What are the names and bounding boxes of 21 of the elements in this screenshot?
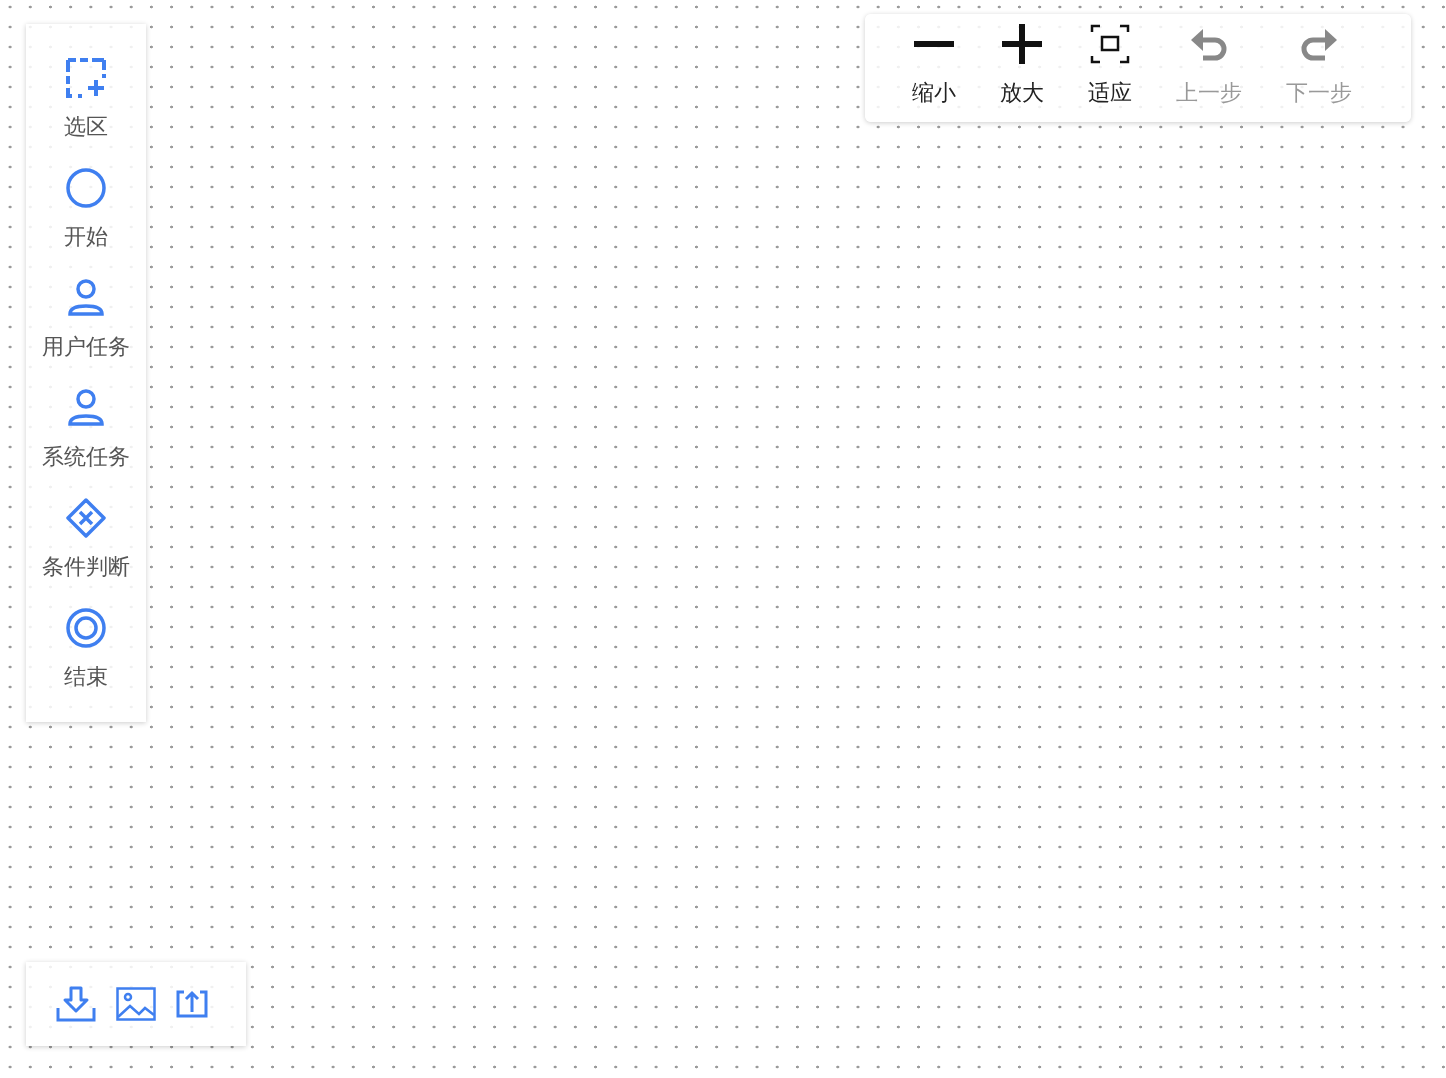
palette-label[interactable]: 系统任务 — [42, 444, 130, 470]
palette-label[interactable]: 结束 — [64, 664, 108, 690]
person-icon[interactable] — [66, 278, 106, 318]
double-circle-icon[interactable] — [66, 608, 106, 648]
palette-label[interactable]: 用户任务 — [42, 334, 130, 360]
selection-icon[interactable] — [66, 58, 106, 98]
palette-label[interactable]: 条件判断 — [42, 554, 130, 580]
toolbar-button[interactable]: 放大 — [983, 24, 1061, 106]
palette-label[interactable]: 开始 — [64, 224, 108, 250]
minus-icon — [914, 41, 954, 47]
download-icon[interactable] — [56, 986, 96, 1022]
plus-icon — [1002, 24, 1042, 64]
circle-icon[interactable] — [66, 168, 106, 208]
fit-icon — [1090, 24, 1130, 64]
image-icon[interactable] — [116, 986, 156, 1022]
toolbar-button[interactable]: 适应 — [1071, 24, 1149, 106]
toolbar-button[interactable]: 缩小 — [895, 24, 973, 106]
palette-label[interactable]: 选区 — [64, 114, 108, 140]
upload-icon[interactable] — [176, 990, 208, 1018]
diamond-x-icon[interactable] — [66, 498, 106, 538]
person-icon[interactable] — [66, 388, 106, 428]
